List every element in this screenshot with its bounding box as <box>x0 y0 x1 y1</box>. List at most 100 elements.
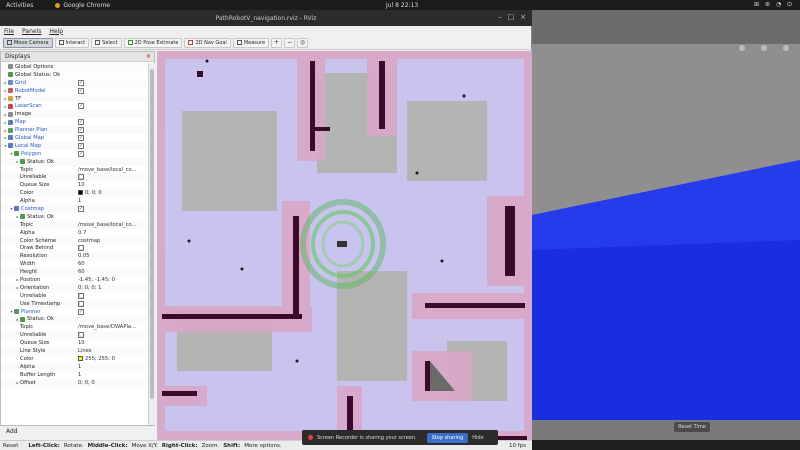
close-icon[interactable]: × <box>520 13 526 21</box>
enable-checkbox[interactable]: ✓ <box>78 134 84 141</box>
display-tree-row[interactable]: Width 60 <box>1 260 147 268</box>
display-tree-row[interactable]: Buffer Length 1 <box>1 371 147 379</box>
display-tree-row[interactable]: Alpha 1 <box>1 362 147 371</box>
measure-tool[interactable]: Measure <box>232 37 270 48</box>
enable-checkbox[interactable]: ✓ <box>78 87 84 94</box>
display-tree-row[interactable]: Use Timestamp □ <box>1 299 147 308</box>
enable-checkbox[interactable]: ✓ <box>78 119 84 126</box>
property-value[interactable]: 10 <box>78 340 146 346</box>
enable-checkbox[interactable]: □ <box>78 292 84 299</box>
display-tree-row[interactable]: ▾ Costmap ✓ <box>1 205 147 213</box>
remove-tool-button[interactable]: − <box>284 37 296 48</box>
display-tree-row[interactable]: Color 0; 0; 0 <box>1 189 147 198</box>
display-tree-row[interactable]: Unreliable □ <box>1 331 147 340</box>
display-tree-row[interactable]: Queue Size 10 <box>1 181 147 189</box>
render-viewport[interactable] <box>157 51 532 440</box>
enable-checkbox[interactable]: □ <box>78 245 84 252</box>
system-tray[interactable]: ⊞ ⊛ ◔ ⏻ <box>754 1 792 9</box>
display-tree-row[interactable]: Unreliable □ <box>1 292 147 300</box>
display-tree-row[interactable]: ▸ Status: Ok <box>1 157 147 166</box>
property-value[interactable]: 1 <box>78 198 146 204</box>
property-value[interactable]: Lines <box>78 348 146 354</box>
display-tree-row[interactable]: ▾ Polygon ✓ <box>1 150 147 158</box>
minimize-icon[interactable]: – <box>498 13 502 21</box>
display-tree-row[interactable]: ▸ Map ✓ <box>1 118 147 126</box>
display-tree-row[interactable]: Draw Behind □ <box>1 244 147 252</box>
maximize-icon[interactable]: □ <box>508 13 515 21</box>
display-tree-row[interactable]: Topic/move_base/local_co... <box>1 166 147 174</box>
add-tool-button[interactable]: + <box>271 37 283 48</box>
display-tree-row[interactable]: Line Style Lines <box>1 347 147 355</box>
enable-checkbox[interactable]: ✓ <box>78 103 84 110</box>
display-tree-row[interactable]: ▸ Offset 0; 0; 0 <box>1 378 147 387</box>
property-value[interactable]: 0.05 <box>78 253 146 259</box>
enable-checkbox[interactable]: ✓ <box>78 205 84 212</box>
property-value[interactable]: /move_base/local_co... <box>78 167 146 173</box>
property-value[interactable]: 10 <box>78 182 146 188</box>
window-title-bar[interactable]: PathRobotV_navigation.rviz - RViz – □ × <box>0 10 532 26</box>
enable-checkbox[interactable]: □ <box>78 332 84 339</box>
camera-icon[interactable]: ◎ <box>297 37 309 48</box>
property-value[interactable]: 0; 0; 0; 1 <box>78 285 146 291</box>
accessibility-icon[interactable]: ⊛ <box>765 1 770 9</box>
menu-help[interactable]: Help <box>49 28 63 35</box>
network-icon[interactable]: ⊞ <box>754 1 759 9</box>
property-value[interactable]: /move_base/DWAPla... <box>78 324 146 330</box>
display-tree-row[interactable]: Color Scheme costmap <box>1 236 147 245</box>
display-tree-row[interactable]: ▸ Grid ✓ <box>1 78 147 87</box>
display-tree-row[interactable]: Topic/move_base/DWAPla... <box>1 323 147 331</box>
interact-tool[interactable]: Interact <box>54 37 90 48</box>
property-value[interactable]: 1 <box>78 372 146 378</box>
volume-icon[interactable]: ◔ <box>776 1 781 9</box>
display-tree-row[interactable]: ▸ Planner Plan ✓ <box>1 126 147 135</box>
display-tree-row[interactable]: ▸ RobotModel ✓ <box>1 87 147 95</box>
select-tool[interactable]: Select <box>91 37 122 48</box>
clock[interactable]: Jul 8 22:13 <box>386 2 418 9</box>
color-swatch[interactable] <box>78 355 83 361</box>
display-tree-row[interactable]: Unreliable □ <box>1 173 147 182</box>
property-value[interactable]: 0; 0; 0 <box>78 190 146 196</box>
simulator-view[interactable]: Reset Time <box>532 10 800 440</box>
nav-goal-tool[interactable]: 2D Nav Goal <box>184 37 231 48</box>
property-value[interactable]: 0; 0; 0 <box>78 380 146 386</box>
display-tree-row[interactable]: Alpha 0.7 <box>1 229 147 237</box>
enable-checkbox[interactable]: □ <box>78 174 84 181</box>
reset-button[interactable]: Reset <box>3 443 18 449</box>
property-value[interactable]: costmap <box>78 238 146 244</box>
move-camera-tool[interactable]: Move Camera <box>3 37 53 48</box>
display-tree-row[interactable]: Resolution 0.05 <box>1 252 147 261</box>
close-panel-icon[interactable]: × <box>146 53 151 60</box>
enable-checkbox[interactable]: ✓ <box>78 127 84 134</box>
property-value[interactable]: 60 <box>78 269 146 275</box>
display-tree-row[interactable]: ▾ Local Map ✓ <box>1 141 147 150</box>
enable-checkbox[interactable]: ✓ <box>78 79 84 86</box>
display-tree-row[interactable]: ▸ Orientation 0; 0; 0; 1 <box>1 283 147 292</box>
property-value[interactable]: 255; 255; 0 <box>78 355 146 362</box>
pose-estimate-tool[interactable]: 2D Pose Estimate <box>123 37 183 48</box>
property-value[interactable]: 1 <box>78 364 146 370</box>
display-tree-row[interactable]: Topic/move_base/local_co... <box>1 220 147 229</box>
menu-panels[interactable]: Panels <box>22 28 41 35</box>
color-swatch[interactable] <box>78 190 83 196</box>
hide-button[interactable]: Hide <box>472 435 483 441</box>
display-tree-row[interactable]: Height 60 <box>1 268 147 277</box>
display-tree-row[interactable]: ▸ Position -1.45; -1.45; 0 <box>1 276 147 284</box>
activities-button[interactable]: Activities <box>6 2 33 9</box>
enable-checkbox[interactable]: ✓ <box>78 150 84 157</box>
scrollbar-thumb[interactable] <box>150 69 154 399</box>
display-tree-row[interactable]: Global Status: Ok <box>1 71 147 79</box>
display-tree-row[interactable]: ▸ Status: Ok <box>1 315 147 324</box>
property-value[interactable]: 60 <box>78 261 146 267</box>
display-tree-row[interactable]: Alpha 1 <box>1 197 147 205</box>
sim-reset-button[interactable]: Reset Time <box>674 422 710 432</box>
app-menu[interactable]: Google Chrome <box>55 2 110 9</box>
display-tree-row[interactable]: ▸ LaserScan ✓ <box>1 102 147 110</box>
enable-checkbox[interactable]: □ <box>78 300 84 307</box>
property-value[interactable]: /move_base/local_co... <box>78 222 146 228</box>
stop-sharing-button[interactable]: Stop sharing <box>426 432 469 443</box>
enable-checkbox[interactable]: ✓ <box>78 142 84 149</box>
property-value[interactable]: 0.7 <box>78 230 146 236</box>
display-tree-row[interactable]: ▸ Image <box>1 110 147 119</box>
displays-scrollbar[interactable] <box>148 63 155 425</box>
add-display-button[interactable]: Add <box>6 428 18 435</box>
